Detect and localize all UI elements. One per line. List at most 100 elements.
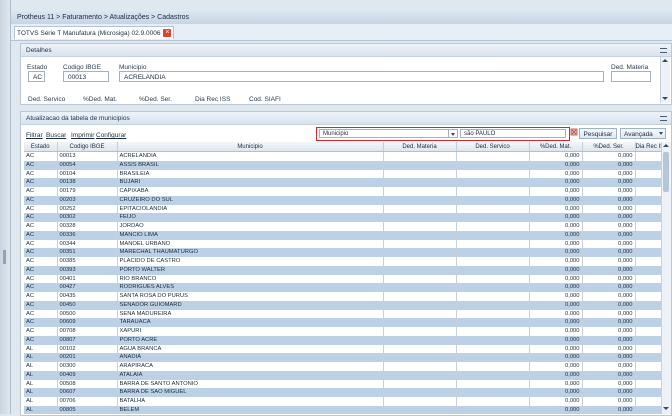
table-cell [383,309,457,319]
table-cell: 0,000 [529,160,583,170]
scroll-down-icon[interactable] [662,97,668,100]
codigo-ibge-field[interactable]: 00013 [63,71,109,82]
gutter-grip-icon[interactable] [3,250,6,264]
column-header[interactable]: %Ded. Ser. [582,142,636,152]
table-cell [456,187,530,196]
chevron-down-icon[interactable] [448,130,457,137]
imprimir-link[interactable]: Imprimir [71,132,94,139]
filtrar-link[interactable]: Filtrar [26,132,43,139]
table-cell [456,222,530,231]
table-row[interactable]: AC 00351 MARECHAL THAUMATURGO 0,000 0,000 [24,248,661,257]
table-cell: 00102 [57,344,118,354]
table-row[interactable]: AC 00302 FEIJO 0,000 0,000 [24,213,661,222]
table-row[interactable]: AL 00201 ANADIA 0,000 0,000 [24,353,661,362]
tab-main[interactable]: TOTVS Série T Manufatura (Microsiga) 02.… [14,26,175,39]
column-header[interactable]: Estado [24,142,58,152]
table-row[interactable]: AC 00435 SANTA ROSA DO PURUS 0,000 0,000 [24,292,661,301]
column-header[interactable]: Ded. Servico [456,142,530,152]
table-cell [456,169,530,179]
table-cell: ARAPIRACA [117,362,384,371]
table-row[interactable]: AC 00252 EPITACIOLANDIA 0,000 0,000 [24,204,661,214]
table-cell: 0,000 [529,370,583,380]
table-row[interactable]: AL 00300 ARAPIRACA 0,000 0,000 [24,362,661,371]
grid-scrollbar[interactable] [661,142,671,414]
scroll-up-icon[interactable] [663,144,669,147]
estado-field[interactable]: AC [28,71,45,82]
table-row[interactable]: AC 00179 CAPIXABA 0,000 0,000 [24,187,661,196]
table-row[interactable]: AC 00450 SENADOR GUIOMARD 0,000 0,000 [24,300,661,310]
table-row[interactable]: AC 00013 ACRELANDIA 0,000 0,000 [24,151,661,161]
label-cod-siafi: Cod. SIAFI [249,96,281,103]
table-cell: 0,000 [582,222,636,231]
table-row[interactable]: AC 00328 JORDAO 0,000 0,000 [24,222,661,231]
table-cell: 00708 [57,327,118,336]
left-gutter [0,0,11,414]
table-cell [456,160,530,170]
table-row[interactable]: AL 00805 BELEM 0,000 0,000 [24,405,661,414]
ded-materia-field[interactable] [611,71,651,82]
configurar-link[interactable]: Configurar [96,132,126,139]
search-input[interactable]: são PAULO [460,129,566,138]
table-cell: 0,000 [582,397,636,406]
table-cell: 0,000 [529,239,583,249]
table-cell: 0,000 [582,160,636,170]
close-icon[interactable]: × [163,29,172,37]
avancada-button[interactable]: Avançada [620,128,666,139]
minimize-icon[interactable] [660,116,667,121]
scroll-down-icon[interactable] [663,407,669,410]
minimize-icon[interactable] [660,48,667,53]
table-cell [383,353,457,362]
column-header[interactable]: Dia Rec ISS [635,142,661,152]
table-row[interactable]: AC 00807 PORTO ACRE 0,000 0,000 [24,335,661,345]
table-row[interactable]: AC 00427 RODRIGUES ALVES 0,000 0,000 [24,283,661,292]
column-header[interactable]: %Ded. Mat. [529,142,583,152]
table-row[interactable]: AC 00138 BUJARI 0,000 0,000 [24,178,661,187]
search-field-select[interactable]: Municipio [319,129,458,138]
table-row[interactable]: AL 00409 ATALAIA 0,000 0,000 [24,370,661,380]
table-row[interactable]: AC 00500 SENA MADUREIRA 0,000 0,000 [24,309,661,319]
label-municipio: Municipio [119,64,147,71]
table-cell [635,300,661,310]
table-cell [383,222,457,231]
table-row[interactable]: AC 00054 ASSIS BRASIL 0,000 0,000 [24,160,661,170]
table-row[interactable]: AC 00203 CRUZEIRO DO SUL 0,000 0,000 [24,195,661,205]
table-row[interactable]: AC 00336 MANCIO LIMA 0,000 0,000 [24,230,661,240]
table-cell [635,257,661,266]
table-cell: AL [24,344,58,354]
table-cell [383,370,457,380]
table-cell: 0,000 [529,265,583,275]
table-row[interactable]: AC 00609 TARAUACA 0,000 0,000 [24,318,661,327]
detalhes-scrollbar[interactable] [660,57,670,103]
scroll-thumb[interactable] [663,152,669,192]
municipios-grid[interactable]: Estado Codigo IBGE Municipio Ded. Materia De… [24,142,661,414]
table-row[interactable]: AC 00104 BRASILEIA 0,000 0,000 [24,169,661,179]
detalhes-title: Detalhes [26,46,52,54]
buscar-link[interactable]: Buscar [46,132,66,139]
grid-header-row: Estado Codigo IBGE Municipio Ded. Materia De… [24,142,661,152]
table-cell [456,265,530,275]
table-row[interactable]: AC 00393 PORTO WALTER 0,000 0,000 [24,265,661,275]
table-cell: 0,000 [529,187,583,196]
pesquisar-button[interactable]: Pesquisar [579,128,617,139]
table-cell [383,160,457,170]
table-cell: 00252 [57,204,118,214]
column-header[interactable]: Ded. Materia [383,142,457,152]
municipio-field[interactable]: ACRELANDIA [119,71,604,82]
eraser-icon[interactable] [570,127,579,138]
table-row[interactable]: AC 00708 XAPURI 0,000 0,000 [24,327,661,336]
table-row[interactable]: AC 00344 MANOEL URBANO 0,000 0,000 [24,239,661,249]
table-cell: XAPURI [117,327,384,336]
table-cell: 0,000 [582,151,636,161]
table-row[interactable]: AC 00385 PLACIDO DE CASTRO 0,000 0,000 [24,257,661,266]
table-row[interactable]: AL 00508 BARRA DE SANTO ANTONIO 0,000 0,000 [24,379,661,389]
table-row[interactable]: AL 00706 BATALHA 0,000 0,000 [24,397,661,406]
table-row[interactable]: AC 00401 RIO BRANCO 0,000 0,000 [24,274,661,284]
column-header[interactable]: Codigo IBGE [57,142,118,152]
table-row[interactable]: AL 00607 BARRA DE SAO MIGUEL 0,000 0,000 [24,388,661,397]
table-row[interactable]: AL 00102 AGUA BRANCA 0,000 0,000 [24,344,661,354]
table-cell: BARRA DE SANTO ANTONIO [117,379,384,389]
table-cell [456,151,530,161]
scroll-up-icon[interactable] [662,59,668,62]
table-cell [456,213,530,222]
column-header[interactable]: Municipio [117,142,384,152]
